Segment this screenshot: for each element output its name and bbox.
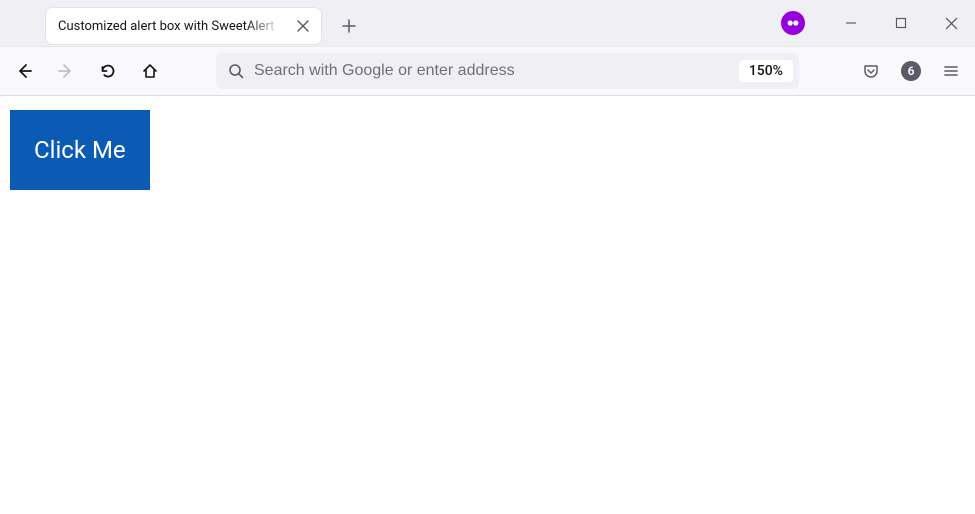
search-icon <box>228 63 244 79</box>
address-input[interactable] <box>254 62 729 80</box>
close-window-button[interactable] <box>935 7 967 39</box>
browser-tab[interactable]: Customized alert box with SweetAlert <box>46 8 321 44</box>
zoom-level-badge[interactable]: 150% <box>739 60 793 82</box>
click-me-button[interactable]: Click Me <box>10 110 150 190</box>
url-bar[interactable]: 150% <box>216 53 799 89</box>
pocket-icon[interactable] <box>853 53 889 89</box>
close-icon[interactable] <box>293 16 313 36</box>
navigation-toolbar: 150% 6 <box>0 46 975 96</box>
profile-icon[interactable] <box>781 11 805 35</box>
tab-title: Customized alert box with SweetAlert <box>58 19 293 34</box>
minimize-button[interactable] <box>835 7 867 39</box>
page-content: Click Me <box>0 96 975 514</box>
forward-button[interactable] <box>48 53 84 89</box>
hamburger-menu-icon[interactable] <box>933 53 969 89</box>
new-tab-button[interactable] <box>333 10 365 42</box>
extension-count-badge[interactable]: 6 <box>901 61 921 81</box>
reload-button[interactable] <box>90 53 126 89</box>
back-button[interactable] <box>6 53 42 89</box>
tab-strip: Customized alert box with SweetAlert <box>0 0 975 46</box>
maximize-button[interactable] <box>885 7 917 39</box>
home-button[interactable] <box>132 53 168 89</box>
